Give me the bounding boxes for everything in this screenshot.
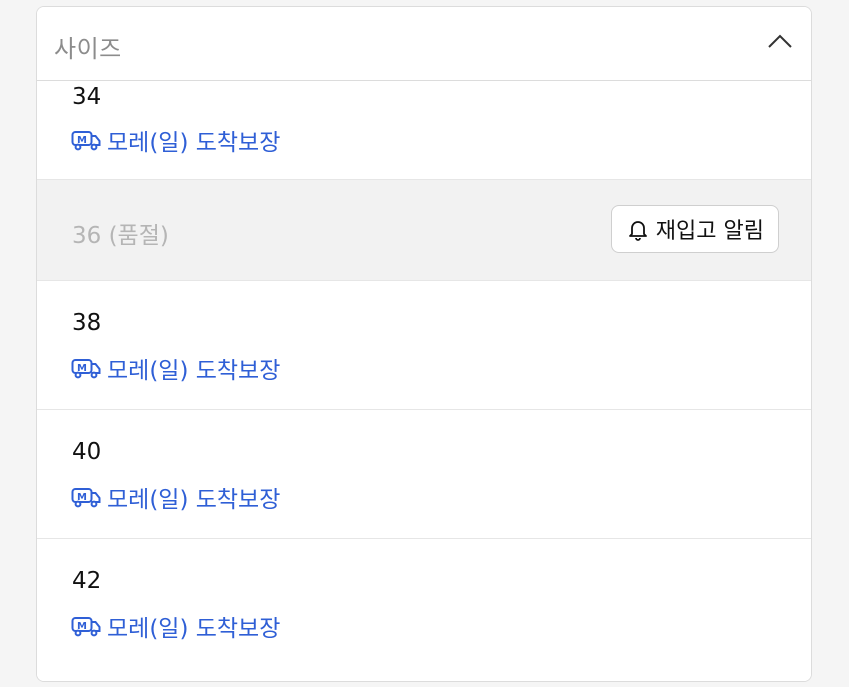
size-dropdown-header[interactable]: 사이즈 (37, 7, 811, 81)
delivery-guarantee: M 모레(일) 도착보장 (71, 123, 280, 157)
size-option-42[interactable]: 42 M 모레(일) 도착보장 (37, 539, 811, 681)
size-option-38[interactable]: 38 M 모레(일) 도착보장 (37, 281, 811, 410)
size-dropdown: 사이즈 34 M 모레(일) 도착보장 36 (품절) 재입고 알림 38 M … (36, 6, 812, 682)
delivery-truck-icon: M (71, 617, 101, 637)
svg-text:M: M (77, 363, 87, 374)
svg-text:M: M (77, 135, 87, 146)
size-value: 38 (72, 310, 102, 336)
chevron-up-icon[interactable] (767, 31, 793, 51)
delivery-text: 모레(일) 도착보장 (107, 616, 281, 642)
size-value: 42 (72, 568, 102, 594)
delivery-text: 모레(일) 도착보장 (107, 487, 281, 513)
svg-text:M: M (77, 492, 87, 503)
size-dropdown-label: 사이즈 (54, 35, 122, 63)
delivery-guarantee: M 모레(일) 도착보장 (71, 480, 280, 514)
delivery-text: 모레(일) 도착보장 (107, 358, 281, 384)
bell-icon (628, 221, 647, 241)
delivery-truck-icon: M (71, 131, 101, 151)
restock-alert-label: 재입고 알림 (655, 219, 764, 244)
size-value: 40 (72, 439, 102, 465)
size-option-40[interactable]: 40 M 모레(일) 도착보장 (37, 410, 811, 539)
size-value: 36 (품절) (72, 223, 169, 249)
size-option-36-soldout: 36 (품절) 재입고 알림 (37, 180, 811, 281)
svg-text:M: M (77, 621, 87, 632)
delivery-text: 모레(일) 도착보장 (107, 130, 281, 156)
size-option-list: 34 M 모레(일) 도착보장 36 (품절) 재입고 알림 38 M 모레(일… (37, 81, 811, 681)
size-option-34[interactable]: 34 M 모레(일) 도착보장 (37, 81, 811, 180)
delivery-guarantee: M 모레(일) 도착보장 (71, 609, 280, 643)
delivery-truck-icon: M (71, 488, 101, 508)
size-value: 34 (72, 84, 102, 110)
delivery-guarantee: M 모레(일) 도착보장 (71, 351, 280, 385)
delivery-truck-icon: M (71, 359, 101, 379)
restock-alert-button[interactable]: 재입고 알림 (610, 205, 779, 253)
